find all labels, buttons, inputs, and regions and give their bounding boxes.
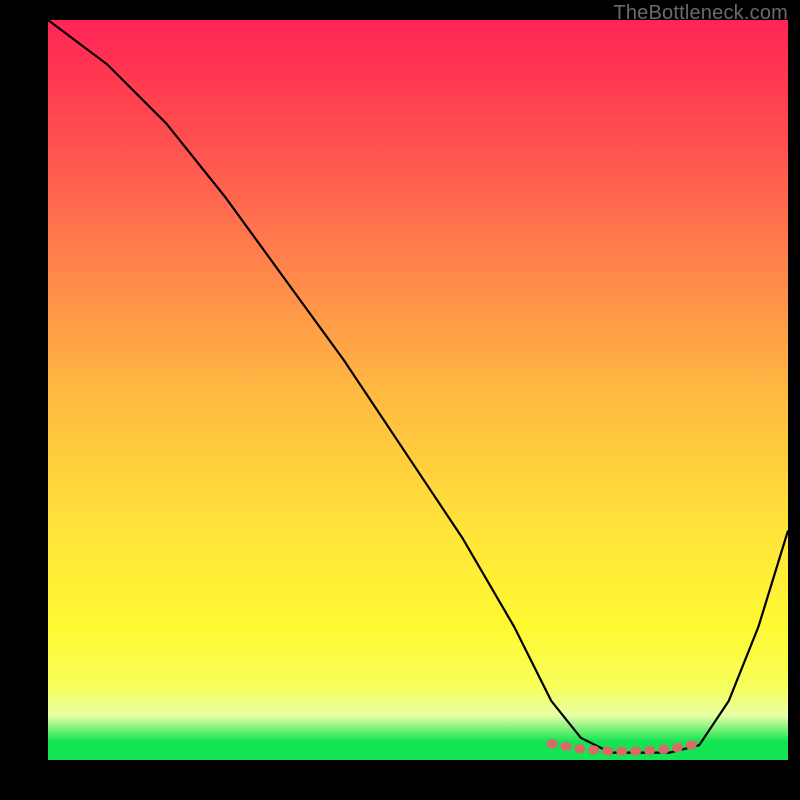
heat-gradient [48, 20, 788, 760]
chart-canvas: TheBottleneck.com [0, 0, 800, 800]
plot-area [48, 20, 788, 760]
watermark-text: TheBottleneck.com [613, 2, 788, 25]
